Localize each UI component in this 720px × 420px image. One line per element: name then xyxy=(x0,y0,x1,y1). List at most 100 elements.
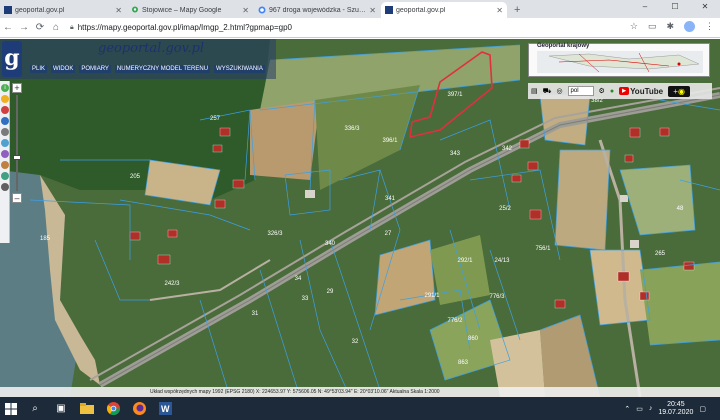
close-tab-icon[interactable]: ✕ xyxy=(115,6,122,15)
youtube-link[interactable]: ▶ YouTube xyxy=(619,87,663,96)
tab-geoportal-2[interactable]: geoportal.gov.pl ✕ xyxy=(381,2,507,18)
measure-icon[interactable] xyxy=(1,117,9,125)
tab-title: 967 droga wojewódzka - Szukaj xyxy=(269,6,368,14)
forward-icon[interactable]: → xyxy=(16,22,32,33)
menu-nmt[interactable]: NUMERYCZNY MODEL TERENU xyxy=(114,65,211,73)
geoportal-favicon-icon xyxy=(4,6,12,14)
tab-title: geoportal.gov.pl xyxy=(396,6,446,14)
overview-map-image xyxy=(537,51,703,73)
close-tab-icon[interactable]: ✕ xyxy=(369,6,376,15)
parcel-label: 27 xyxy=(385,231,392,237)
parcel-label: 31 xyxy=(252,311,259,317)
lock-icon: 🔒︎ xyxy=(70,23,74,31)
parcel-label: 257 xyxy=(210,116,221,122)
clock-date: 19.07.2020 xyxy=(658,408,694,416)
reload-icon[interactable]: ⟳ xyxy=(32,22,48,33)
svg-text:W: W xyxy=(161,404,170,414)
new-tab-button[interactable]: + xyxy=(508,4,526,18)
parcel-label: 863 xyxy=(458,360,469,366)
extension-icon[interactable]: ✱ xyxy=(666,21,674,32)
search-icon[interactable]: ⌕ xyxy=(22,397,48,420)
pan-icon[interactable] xyxy=(1,95,9,103)
menu-widok[interactable]: WIDOK xyxy=(51,65,76,73)
geoportal-menu: PLIK WIDOK POMIARY NUMERYCZNY MODEL TERE… xyxy=(30,65,265,73)
close-window-icon[interactable]: ✕ xyxy=(690,0,720,14)
home-icon[interactable]: ⌂ xyxy=(48,22,64,33)
help-icon[interactable]: ● xyxy=(610,88,614,95)
coordinate-status-bar: Układ współrzędnych mapy 1992 (EPSG 2180… xyxy=(0,387,720,397)
globe-icon[interactable]: ◎ xyxy=(556,87,562,95)
star-icon[interactable]: ☆ xyxy=(630,21,638,32)
parcel-label: 24/13 xyxy=(494,258,510,264)
address-bar: ← → ⟳ ⌂ 🔒︎ https://mapy.geoportal.gov.pl… xyxy=(0,18,720,38)
parcel-label: 326/3 xyxy=(267,231,283,237)
menu-plik[interactable]: PLIK xyxy=(30,65,48,73)
maximize-icon[interactable]: ☐ xyxy=(660,0,690,14)
menu-wyszukiwania[interactable]: WYSZUKIWANIA xyxy=(214,65,265,73)
parcel-label: 776/3 xyxy=(489,294,505,300)
windows-taskbar: ⌕ ▣ W ⌃ ▭ ♪ 20:45 19.07.2020 ▢ xyxy=(0,397,720,420)
windows-start-icon[interactable] xyxy=(0,397,22,420)
parcel-label: 205 xyxy=(130,174,141,180)
chevron-up-icon[interactable]: ⌃ xyxy=(624,405,630,413)
word-icon[interactable]: W xyxy=(152,397,178,420)
youtube-label: YouTube xyxy=(630,86,664,96)
parcel-label: 291/1 xyxy=(424,293,440,299)
browser-actions: ☆ ▭ ✱ ⋮ xyxy=(630,21,714,32)
parcel-label: 265 xyxy=(655,251,666,257)
google-favicon-icon xyxy=(258,6,266,14)
close-tab-icon[interactable]: ✕ xyxy=(242,6,249,15)
geoportal-logo[interactable]: g xyxy=(2,41,22,77)
zoom-slider[interactable] xyxy=(13,95,21,191)
print-icon[interactable]: ▤ xyxy=(531,87,538,95)
tab-google-search[interactable]: 967 droga wojewódzka - Szukaj ✕ xyxy=(254,2,380,18)
parcel-label: 342 xyxy=(502,146,513,152)
back-icon[interactable]: ← xyxy=(0,22,16,33)
parcel-label: 48 xyxy=(677,206,684,212)
gear-icon[interactable]: ⚙ xyxy=(599,87,605,95)
language-select[interactable]: pol xyxy=(567,86,594,96)
firefox-icon[interactable] xyxy=(126,397,152,420)
tab-google-maps[interactable]: Stojowice – Mapy Google ✕ xyxy=(127,2,253,18)
tab-title: geoportal.gov.pl xyxy=(15,6,65,14)
url-field[interactable]: 🔒︎ https://mapy.geoportal.gov.pl/imap/Im… xyxy=(70,20,550,35)
notifications-icon[interactable]: ▢ xyxy=(699,405,706,413)
overview-map[interactable]: Geoportal krajowy xyxy=(528,43,710,77)
cast-icon[interactable]: ▭ xyxy=(648,21,657,32)
close-tab-icon[interactable]: ✕ xyxy=(496,6,503,15)
geoportal-favicon-icon xyxy=(385,6,393,14)
globe-icon[interactable] xyxy=(1,172,9,180)
volume-icon[interactable]: ♪ xyxy=(649,405,653,412)
zoom-slider-handle[interactable] xyxy=(13,155,21,160)
menu-icon[interactable]: ⋮ xyxy=(705,21,714,32)
car-icon[interactable]: ⛟ xyxy=(543,87,552,96)
profile-avatar[interactable] xyxy=(684,21,695,32)
draw-icon[interactable] xyxy=(1,128,9,136)
search-icon[interactable] xyxy=(1,139,9,147)
parcel-label: 336/3 xyxy=(344,126,360,132)
parcel-label: 776/2 xyxy=(447,318,463,324)
network-icon[interactable]: ▭ xyxy=(636,405,643,413)
minimize-icon[interactable]: – xyxy=(630,0,660,14)
clock[interactable]: 20:45 19.07.2020 xyxy=(658,401,693,417)
geoportal-title: geoportal.gov.pl xyxy=(98,41,205,56)
zoom-out-button[interactable]: – xyxy=(12,193,22,203)
menu-pomiary[interactable]: POMIARY xyxy=(79,65,111,73)
youtube-play-icon: ▶ xyxy=(619,87,630,95)
url-text: https://mapy.geoportal.gov.pl/imap/Imgp_… xyxy=(77,23,293,32)
info-icon[interactable]: i xyxy=(1,84,9,92)
file-explorer-icon[interactable] xyxy=(74,397,100,420)
parcel-label: 32 xyxy=(352,339,359,345)
tab-geoportal-1[interactable]: geoportal.gov.pl ✕ xyxy=(0,2,126,18)
marker-icon[interactable] xyxy=(1,106,9,114)
zoom-in-button[interactable]: + xyxy=(12,83,22,93)
parcel-label: 396/1 xyxy=(382,138,398,144)
parcel-label: 343 xyxy=(450,151,461,157)
clock-time: 20:45 xyxy=(667,400,685,408)
print-icon[interactable] xyxy=(1,161,9,169)
chrome-icon[interactable] xyxy=(100,397,126,420)
layers-icon[interactable] xyxy=(1,150,9,158)
task-view-icon[interactable]: ▣ xyxy=(48,397,74,420)
accessibility-eye-icon[interactable]: +◉ xyxy=(668,85,691,97)
settings-icon[interactable] xyxy=(1,183,9,191)
